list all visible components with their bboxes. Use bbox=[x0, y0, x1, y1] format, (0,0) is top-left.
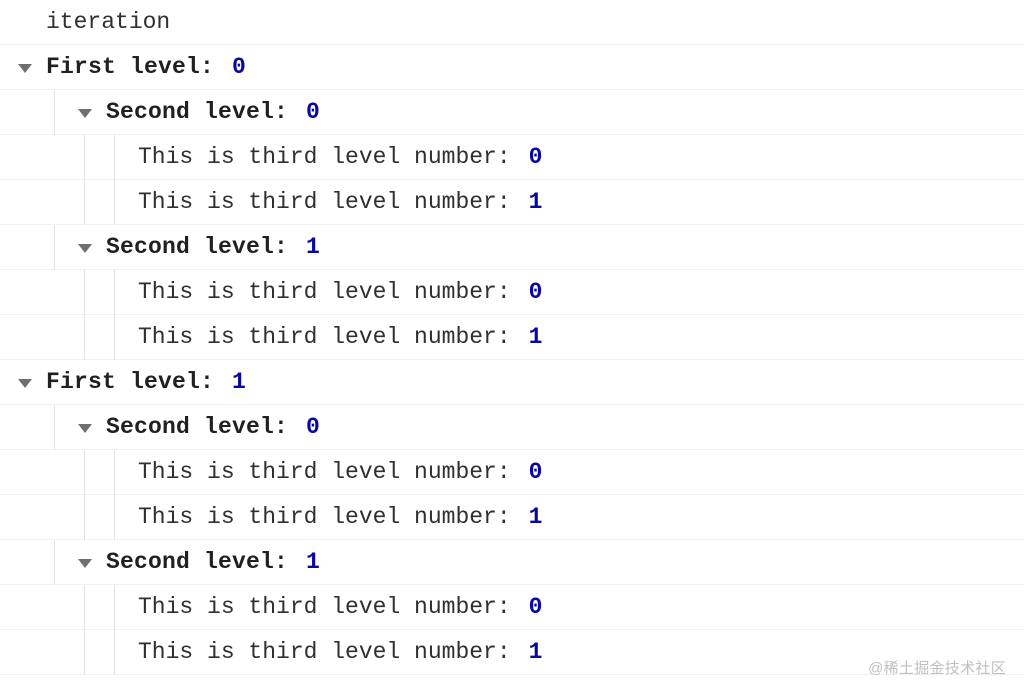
tree-guide bbox=[78, 450, 92, 495]
third-level-label: This is third level number: bbox=[138, 326, 511, 349]
third-level-value: 0 bbox=[529, 281, 543, 304]
log-line-third: This is third level number: 0 bbox=[0, 585, 1024, 630]
tree-guide bbox=[108, 135, 122, 180]
group-header-first-1[interactable]: First level: 1 bbox=[0, 360, 1024, 405]
tree-guide bbox=[108, 270, 122, 315]
third-level-value: 1 bbox=[529, 191, 543, 214]
first-level-label: First level: bbox=[46, 371, 214, 394]
group-header-second-0-0[interactable]: Second level: 0 bbox=[0, 90, 1024, 135]
tree-guide bbox=[48, 225, 62, 270]
second-level-value: 1 bbox=[306, 236, 320, 259]
log-line-third: This is third level number: 1 bbox=[0, 630, 1024, 675]
third-level-value: 0 bbox=[529, 596, 543, 619]
tree-guide bbox=[108, 180, 122, 225]
second-level-value: 0 bbox=[306, 416, 320, 439]
log-line-third: This is third level number: 1 bbox=[0, 315, 1024, 360]
chevron-down-icon[interactable] bbox=[78, 559, 92, 568]
log-line-label: iteration bbox=[0, 0, 1024, 45]
third-level-value: 1 bbox=[529, 641, 543, 664]
third-level-value: 0 bbox=[529, 146, 543, 169]
tree-guide bbox=[108, 450, 122, 495]
chevron-down-icon[interactable] bbox=[78, 244, 92, 253]
log-line-third: This is third level number: 0 bbox=[0, 135, 1024, 180]
group-header-second-0-1[interactable]: Second level: 1 bbox=[0, 225, 1024, 270]
second-level-value: 0 bbox=[306, 101, 320, 124]
third-level-value: 1 bbox=[529, 326, 543, 349]
third-level-label: This is third level number: bbox=[138, 281, 511, 304]
tree-guide bbox=[108, 495, 122, 540]
chevron-down-icon[interactable] bbox=[18, 379, 32, 388]
second-level-value: 1 bbox=[306, 551, 320, 574]
tree-guide bbox=[48, 90, 62, 135]
third-level-label: This is third level number: bbox=[138, 506, 511, 529]
log-line-third: This is third level number: 1 bbox=[0, 495, 1024, 540]
log-line-third: This is third level number: 0 bbox=[0, 270, 1024, 315]
first-level-label: First level: bbox=[46, 56, 214, 79]
third-level-value: 1 bbox=[529, 506, 543, 529]
tree-guide bbox=[78, 315, 92, 360]
first-level-value: 1 bbox=[232, 371, 246, 394]
second-level-label: Second level: bbox=[106, 236, 288, 259]
tree-guide bbox=[78, 630, 92, 675]
tree-guide bbox=[48, 540, 62, 585]
group-header-first-0[interactable]: First level: 0 bbox=[0, 45, 1024, 90]
second-level-label: Second level: bbox=[106, 101, 288, 124]
tree-guide bbox=[108, 315, 122, 360]
third-level-label: This is third level number: bbox=[138, 146, 511, 169]
chevron-down-icon[interactable] bbox=[78, 109, 92, 118]
tree-guide bbox=[78, 270, 92, 315]
chevron-down-icon[interactable] bbox=[18, 64, 32, 73]
tree-guide bbox=[78, 495, 92, 540]
third-level-label: This is third level number: bbox=[138, 596, 511, 619]
third-level-label: This is third level number: bbox=[138, 461, 511, 484]
tree-guide bbox=[78, 180, 92, 225]
log-line-third: This is third level number: 1 bbox=[0, 180, 1024, 225]
tree-guide bbox=[108, 585, 122, 630]
group-header-second-1-0[interactable]: Second level: 0 bbox=[0, 405, 1024, 450]
log-line-third: This is third level number: 0 bbox=[0, 450, 1024, 495]
tree-guide bbox=[48, 405, 62, 450]
second-level-label: Second level: bbox=[106, 416, 288, 439]
tree-guide bbox=[78, 585, 92, 630]
second-level-label: Second level: bbox=[106, 551, 288, 574]
tree-guide bbox=[78, 135, 92, 180]
third-level-label: This is third level number: bbox=[138, 641, 511, 664]
first-level-value: 0 bbox=[232, 56, 246, 79]
group-header-second-1-1[interactable]: Second level: 1 bbox=[0, 540, 1024, 585]
tree-guide bbox=[108, 630, 122, 675]
chevron-down-icon[interactable] bbox=[78, 424, 92, 433]
iteration-label: iteration bbox=[46, 11, 170, 34]
third-level-label: This is third level number: bbox=[138, 191, 511, 214]
third-level-value: 0 bbox=[529, 461, 543, 484]
